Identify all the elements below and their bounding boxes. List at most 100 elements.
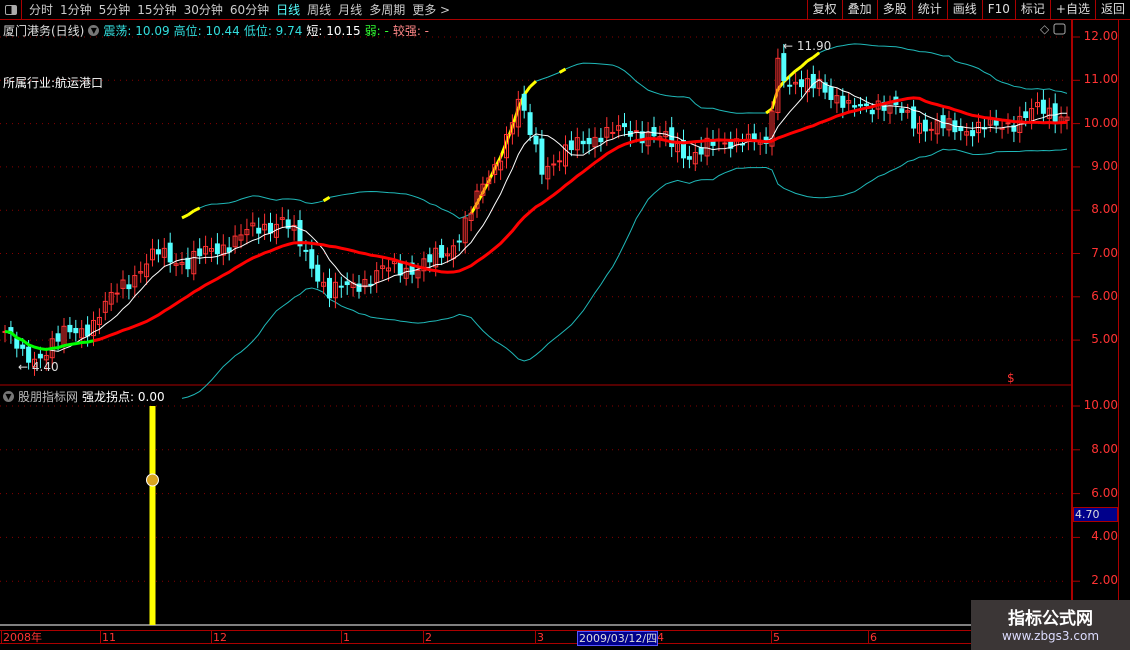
candle-body: [439, 245, 445, 258]
candle-body: [344, 281, 350, 286]
price-tick: 10.00: [1083, 115, 1118, 130]
dollar-icon: $: [1007, 371, 1015, 385]
sub-chart-info: ▼ 股朋指标网 强龙拐点: 0.00: [3, 388, 165, 405]
sub-tick: 10.00: [1083, 398, 1118, 412]
candle-body: [1023, 111, 1029, 118]
candle-body: [899, 108, 905, 113]
candle-body: [781, 53, 787, 81]
candle-body: [55, 333, 61, 342]
price-tick: 7.00: [1091, 245, 1118, 260]
candle-body: [787, 84, 793, 87]
hot-segment: [187, 209, 195, 217]
candle-body: [167, 242, 173, 263]
candle-body: [126, 284, 132, 290]
candle-body: [828, 86, 834, 100]
candle-body: [928, 128, 934, 131]
candle-body: [327, 277, 332, 299]
sub-tick: 6.00: [1091, 485, 1118, 500]
candle-body: [863, 103, 869, 107]
candle-body: [1005, 122, 1011, 125]
hot-segment: [499, 141, 508, 158]
candle-body: [214, 243, 220, 255]
hot-segment: [788, 69, 797, 78]
candle-body: [197, 248, 203, 257]
candle-body: [114, 292, 120, 295]
candle-body: [1040, 99, 1046, 114]
candle-body: [686, 156, 692, 160]
dropdown-icon[interactable]: ▼: [3, 391, 14, 402]
hot-segment: [770, 88, 780, 110]
diamond-icon: ◇: [1040, 22, 1050, 36]
price-tick: 5.00: [1091, 332, 1118, 347]
candle-body: [586, 137, 592, 145]
hot-segment: [181, 213, 189, 220]
watermark-url: www.zbgs3.com: [1001, 629, 1100, 643]
candle-body: [185, 257, 191, 270]
hot-segment: [558, 67, 567, 74]
hot-segment: [493, 156, 502, 170]
date-tick: 2008年: [1, 631, 42, 644]
sub-tick: 8.00: [1091, 441, 1118, 456]
hot-segment: [529, 80, 538, 88]
candle-body: [521, 93, 527, 111]
price-tick: 6.00: [1091, 288, 1118, 303]
candle-body: [722, 142, 728, 145]
sub-tick: 4.00: [1091, 529, 1118, 544]
candle-body: [970, 130, 976, 137]
candle-body: [799, 79, 804, 88]
hot-segment: [522, 85, 532, 96]
side-strip[interactable]: [1118, 20, 1130, 630]
candle-body: [527, 112, 533, 135]
candle-body: [315, 264, 321, 282]
sub-tick: 2.00: [1091, 573, 1118, 588]
coin-icon: [146, 473, 159, 487]
watermark-name: 指标公式网: [1008, 609, 1093, 629]
indicator-value: 强龙拐点: 0.00: [82, 390, 165, 404]
candle-body: [37, 353, 43, 359]
candle-body: [568, 140, 574, 151]
current-value-label: 4.70: [1073, 507, 1118, 522]
candle-body: [852, 105, 858, 108]
chart-canvas[interactable]: ← 11.90 ← 4.40 $ ◇: [0, 0, 1130, 650]
candle-body: [999, 127, 1005, 130]
date-tick: 3: [535, 631, 544, 644]
max-price-label: ← 11.90: [783, 39, 831, 53]
sub-title: 股朋指标网: [18, 390, 79, 404]
candle-body: [427, 254, 433, 263]
candle-body: [557, 160, 563, 163]
hot-segment: [812, 51, 821, 59]
candle-body: [456, 240, 462, 243]
hot-segment: [800, 59, 809, 68]
hot-segment: [806, 56, 815, 63]
signal-bar: [149, 406, 156, 625]
candle-body: [533, 135, 539, 145]
date-tick: 2: [423, 631, 432, 644]
long-ma-line: [93, 96, 1068, 343]
watermark: 指标公式网 www.zbgs3.com: [971, 600, 1130, 650]
hot-segment: [481, 180, 491, 194]
candle-body: [922, 119, 928, 132]
candle-body: [14, 338, 20, 349]
candle-body: [20, 344, 26, 349]
hot-segment: [475, 191, 485, 205]
candle-body: [869, 109, 875, 115]
candle-body: [633, 130, 639, 133]
candle-body: [698, 147, 704, 155]
hot-segment: [322, 196, 331, 203]
price-tick: 9.00: [1091, 158, 1118, 173]
lower-band-line: [181, 148, 1068, 399]
candle-body: [598, 137, 604, 143]
candle-body: [155, 249, 161, 255]
hot-segment: [776, 80, 785, 91]
date-tick: 12: [211, 631, 227, 644]
candle-body: [303, 249, 309, 252]
price-tick: 11.00: [1083, 72, 1118, 87]
candle-body: [610, 131, 616, 134]
date-axis: 2008年 11 12 1 2 3 4 5 6 2009/03/12/四: [0, 630, 1130, 646]
candle-body: [73, 327, 79, 334]
candle-body: [539, 138, 545, 175]
date-tick: 5: [771, 631, 780, 644]
cursor-date: 2009/03/12/四: [577, 631, 659, 646]
candle-body: [85, 324, 91, 337]
candle-body: [1052, 103, 1058, 123]
